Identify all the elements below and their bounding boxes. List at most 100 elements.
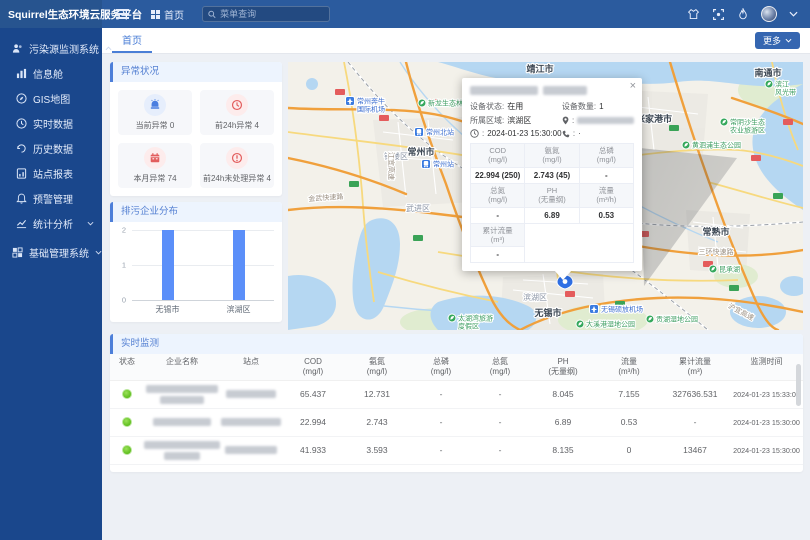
panel-title: 实时监测 [110, 334, 803, 354]
column-header[interactable]: 流量(m³/h) [598, 354, 660, 380]
y-axis-tick: 1 [110, 261, 126, 270]
stat-label: 当前异常 0 [136, 120, 175, 131]
table-row[interactable]: 41.9333.593--8.1350134672024-01-23 15:30… [110, 437, 803, 465]
map-label: 大溪港湿地公园 [586, 320, 635, 329]
flame-icon[interactable] [737, 8, 749, 21]
column-header[interactable]: 总氮(mg/l) [472, 354, 528, 380]
column-header[interactable]: 企业名称 [144, 354, 220, 380]
table-cell: 3.593 [344, 445, 410, 455]
abnormal-status-panel: 异常状况 当前异常 0 前24h异常 4 本月异常 74 前24h未处理异常 4 [110, 62, 282, 196]
status-dot-normal [122, 389, 132, 399]
top-header: Squirrel生态环境云服务平台 首页 [0, 0, 810, 28]
stat-card-24h-abnormal[interactable]: 前24h异常 4 [200, 90, 274, 135]
column-header[interactable]: COD(mg/l) [282, 354, 344, 380]
column-header[interactable]: PH(无量纲) [528, 354, 598, 380]
bar-无锡市[interactable] [162, 230, 174, 300]
metric-header: PH(无量纲) [525, 183, 579, 207]
sidebar-item-label: 历史数据 [33, 141, 73, 156]
table-cell: - [472, 445, 528, 455]
park-poi[interactable]: 新龙生态林 [418, 99, 463, 108]
sidebar-item-statistics[interactable]: 统计分析 [0, 211, 102, 236]
train-poi[interactable]: 常州站 [422, 160, 455, 169]
station-name-redacted [220, 418, 282, 426]
column-header[interactable]: 站点 [220, 354, 282, 380]
more-button[interactable]: 更多 [755, 32, 800, 49]
stat-card-month-abnormal[interactable]: 本月异常 74 [118, 143, 192, 188]
bar-chart: 012无锡市滨湖区 [110, 222, 282, 322]
column-header[interactable]: 总磷(mg/l) [410, 354, 472, 380]
sidebar-item-label: 站点报表 [33, 166, 73, 181]
map-label: 度假区 [458, 322, 479, 331]
park-poi[interactable]: 昆承湖 [709, 265, 740, 274]
column-header[interactable]: 状态 [110, 354, 144, 380]
stat-card-24h-unhandled-abnormal[interactable]: 前24h未处理异常 4 [200, 143, 274, 188]
breadcrumb[interactable]: 首页 [151, 7, 184, 22]
park-poi[interactable]: 常阴沙生态农业旅游区 [720, 118, 765, 135]
search-input[interactable] [220, 9, 324, 19]
close-icon[interactable]: × [630, 81, 636, 92]
train-poi[interactable]: 常州北站 [415, 128, 455, 137]
settings-icon [12, 247, 23, 258]
sidebar-item-history-data[interactable]: 历史数据 [0, 136, 102, 161]
table-cell: 0 [598, 445, 660, 455]
column-header[interactable]: 氨氮(mg/l) [344, 354, 410, 380]
breadcrumb-home: 首页 [164, 7, 184, 22]
map-label: 贡湖湿地公园 [656, 315, 698, 324]
sidebar-item-pollution-monitor-system[interactable]: 污染源监测系统 [0, 36, 102, 61]
station-name-redacted [220, 390, 282, 398]
chevron-up-icon [105, 46, 112, 51]
sidebar-item-label: 统计分析 [33, 216, 73, 231]
bar-滨湖区[interactable] [233, 230, 245, 300]
chevron-down-icon[interactable] [789, 11, 798, 17]
theme-skin-icon[interactable] [687, 8, 700, 21]
x-axis [132, 300, 274, 301]
warning-icon [226, 147, 248, 169]
plane-poi[interactable]: 无锡硕放机场 [590, 305, 644, 314]
table-cell: - [410, 417, 472, 427]
map-label: 常州站 [433, 160, 454, 169]
sidebar-item-label: 预警管理 [33, 191, 73, 206]
tab-home[interactable]: 首页 [112, 28, 152, 53]
sidebar-item-label: 污染源监测系统 [29, 41, 99, 56]
gis-map[interactable]: 靖江市南通市张家港市常州市常熟市无锡市钟楼区武进区滨湖区金武快速路江宜高速三环快… [288, 62, 803, 330]
map-label: 三环快速路 [699, 247, 734, 256]
menu-search[interactable] [202, 6, 330, 22]
company-name-redacted [144, 418, 220, 426]
column-header[interactable]: 监测时间 [730, 354, 803, 380]
sidebar-item-realtime-data[interactable]: 实时数据 [0, 111, 102, 136]
report-icon [16, 168, 27, 179]
table-cell: 22.994 [282, 417, 344, 427]
location-icon [562, 116, 569, 125]
table-scrollbar[interactable] [796, 364, 801, 406]
plane-poi[interactable]: 常州奔牛国际机场 [346, 97, 386, 114]
sidebar-nav: 污染源监测系统 信息舱 GIS地图 实时数据 历史数据 站点报表 预警管理 统计… [0, 28, 102, 540]
screenshot-icon[interactable] [712, 8, 725, 21]
stat-card-current-abnormal[interactable]: 当前异常 0 [118, 90, 192, 135]
table-row[interactable]: 22.9942.743--6.890.53-2024-01-23 15:30:0… [110, 409, 803, 437]
user-avatar[interactable] [761, 6, 777, 22]
x-axis-label: 滨湖区 [227, 304, 251, 315]
panel-title: 异常状况 [110, 62, 282, 82]
hamburger-menu-icon[interactable] [116, 9, 129, 19]
chart-gridline [132, 230, 274, 231]
sidebar-item-info-cabin[interactable]: 信息舱 [0, 61, 102, 86]
table-cell: 7.155 [598, 389, 660, 399]
column-header[interactable]: 累计流量(m³) [660, 354, 730, 380]
map-label: 武进区 [406, 203, 430, 213]
metric-header: COD(mg/l) [471, 144, 525, 168]
dashboard-icon [16, 68, 27, 79]
line-chart-icon [16, 218, 27, 229]
sidebar-item-alert-management[interactable]: 预警管理 [0, 186, 102, 211]
sidebar-item-basic-management-system[interactable]: 基础管理系统 [0, 240, 102, 265]
park-poi[interactable]: 贡湖湿地公园 [646, 315, 698, 324]
popup-title-redacted [470, 86, 634, 95]
map-label: 无锡硕放机场 [601, 305, 643, 314]
sidebar-item-gis-map[interactable]: GIS地图 [0, 86, 102, 111]
table-row[interactable]: 65.43712.731--8.0457.155327636.5312024-0… [110, 381, 803, 409]
sidebar-item-label: GIS地图 [33, 91, 70, 106]
sidebar-item-station-report[interactable]: 站点报表 [0, 161, 102, 186]
map-label: 常阴沙生态 [730, 118, 765, 127]
table-cell: - [472, 417, 528, 427]
map-label: 金武快速路 [308, 192, 344, 203]
chart-gridline [132, 265, 274, 266]
